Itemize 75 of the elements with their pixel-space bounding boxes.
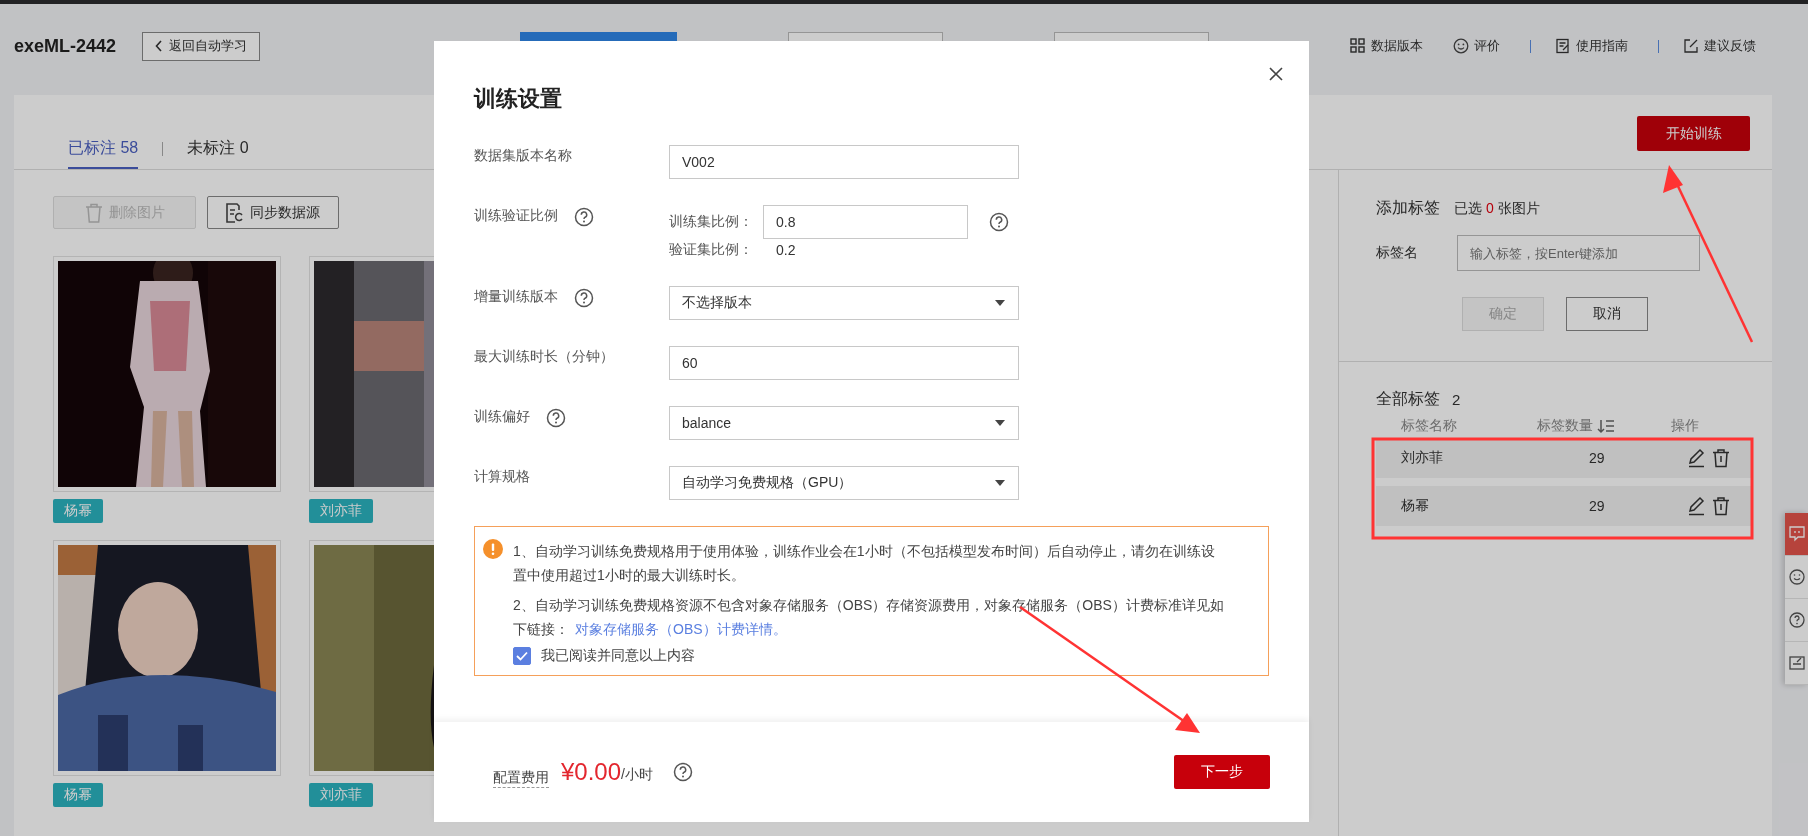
document-sync-icon [226,202,244,223]
chat-icon[interactable] [1787,525,1806,543]
label-tag: 杨幂 [53,783,103,807]
sort-icon [1597,418,1615,434]
dropdown-arrow-icon [994,479,1006,487]
field-label: 标签名 [1376,244,1419,262]
trash-icon[interactable] [1711,496,1731,516]
label-count: 2 [1452,391,1461,408]
warning-icon [483,539,503,559]
table-cell-text: 杨幂 [1400,497,1430,515]
help-icon [672,762,693,782]
table-cell-text: 29 [1588,450,1606,466]
ratio-value: 0.2 [775,241,796,258]
edit-icon[interactable] [1787,654,1806,672]
pricing-link[interactable]: 对象存储服务（OBS）计费详情。 [575,621,787,637]
cancel-button[interactable]: 取消 [1566,297,1648,331]
price-unit: /小时 [621,766,653,784]
field-label: 训练验证比例 [474,207,558,225]
tab[interactable]: 已标注 58 [68,138,139,169]
checkbox[interactable] [513,647,531,665]
dropdown-arrow-icon [994,299,1006,307]
trash-icon [84,202,103,223]
table-cell-text: 刘亦菲 [1400,449,1444,467]
field-label: 训练集比例： [669,213,754,231]
header-link[interactable]: 建议反馈 [1683,37,1756,55]
label-tag: 刘亦菲 [309,783,373,807]
tab[interactable]: 未标注 0 [187,138,249,169]
section-title: 全部标签 [1376,389,1440,409]
back-button[interactable]: 返回自动学习 [142,31,261,61]
text-input[interactable]: 60 [669,346,1019,380]
dropdown-field[interactable]: 自动学习免费规格（GPU） [669,466,1019,500]
start-training-button[interactable]: 开始训练 [1637,116,1750,151]
section-title: 添加标签 [1376,198,1440,218]
column-header: 操作 [1671,417,1699,435]
checkbox-label: 我已阅读并同意以上内容 [541,647,695,665]
help-icon[interactable] [1787,611,1806,629]
column-header: 标签名称 [1401,417,1457,435]
label-input-field[interactable]: 输入标签，按Enter键添加 [1457,235,1700,271]
trash-icon[interactable] [1711,448,1731,468]
field-label: 最大训练时长（分钟） [474,348,614,366]
ratio-input[interactable]: 0.8 [763,205,968,239]
table-cell-text: 29 [1588,498,1606,514]
field-label: 验证集比例： [669,240,754,259]
text-input[interactable]: V002 [669,145,1019,179]
header-link[interactable]: 使用指南 [1555,37,1628,55]
dropdown-field[interactable]: balance [669,406,1019,440]
label-tag: 杨幂 [53,499,103,523]
dropdown-field[interactable]: 不选择版本 [669,286,1019,320]
pencil-icon[interactable] [1687,448,1707,468]
dropdown-arrow-icon [994,419,1006,427]
field-label: 计算规格 [474,468,530,486]
field-label: 数据集版本名称 [474,147,572,165]
grid-icon [1350,38,1366,54]
checkmark-icon [516,651,528,661]
header-link[interactable]: 数据版本 [1350,37,1423,55]
next-step-button[interactable]: 下一步 [1174,755,1270,789]
column-header: 标签数量 [1537,417,1593,435]
chevron-left-icon [155,40,164,52]
selected-count-text: 已选 0 张图片 [1454,199,1540,218]
close-icon[interactable] [1269,67,1283,81]
notice-text: 1、自动学习训练免费规格用于使用体验，训练作业会在1小时（不包括模型发布时间）后自动停止，请勿在训练设置中使用超过1小时的最大训练时长。 [513,542,1216,585]
pencil-icon[interactable] [1687,496,1707,516]
field-label: 增量训练版本 [474,288,558,306]
project-title: exeML-2442 [14,35,117,57]
price-value: ¥0.00 [561,758,622,786]
dialog-title: 训练设置 [474,85,563,113]
header-link[interactable]: 评价 [1453,37,1500,55]
label-tag: 刘亦菲 [309,499,373,523]
field-label: 训练偏好 [474,408,530,426]
cost-label: 配置费用 [493,768,549,788]
smiley-icon[interactable] [1787,568,1806,586]
sync-data-button[interactable]: 同步数据源 [207,196,339,229]
edit-icon [1683,38,1699,54]
document-icon [1555,38,1571,54]
smiley-icon [1453,38,1469,54]
